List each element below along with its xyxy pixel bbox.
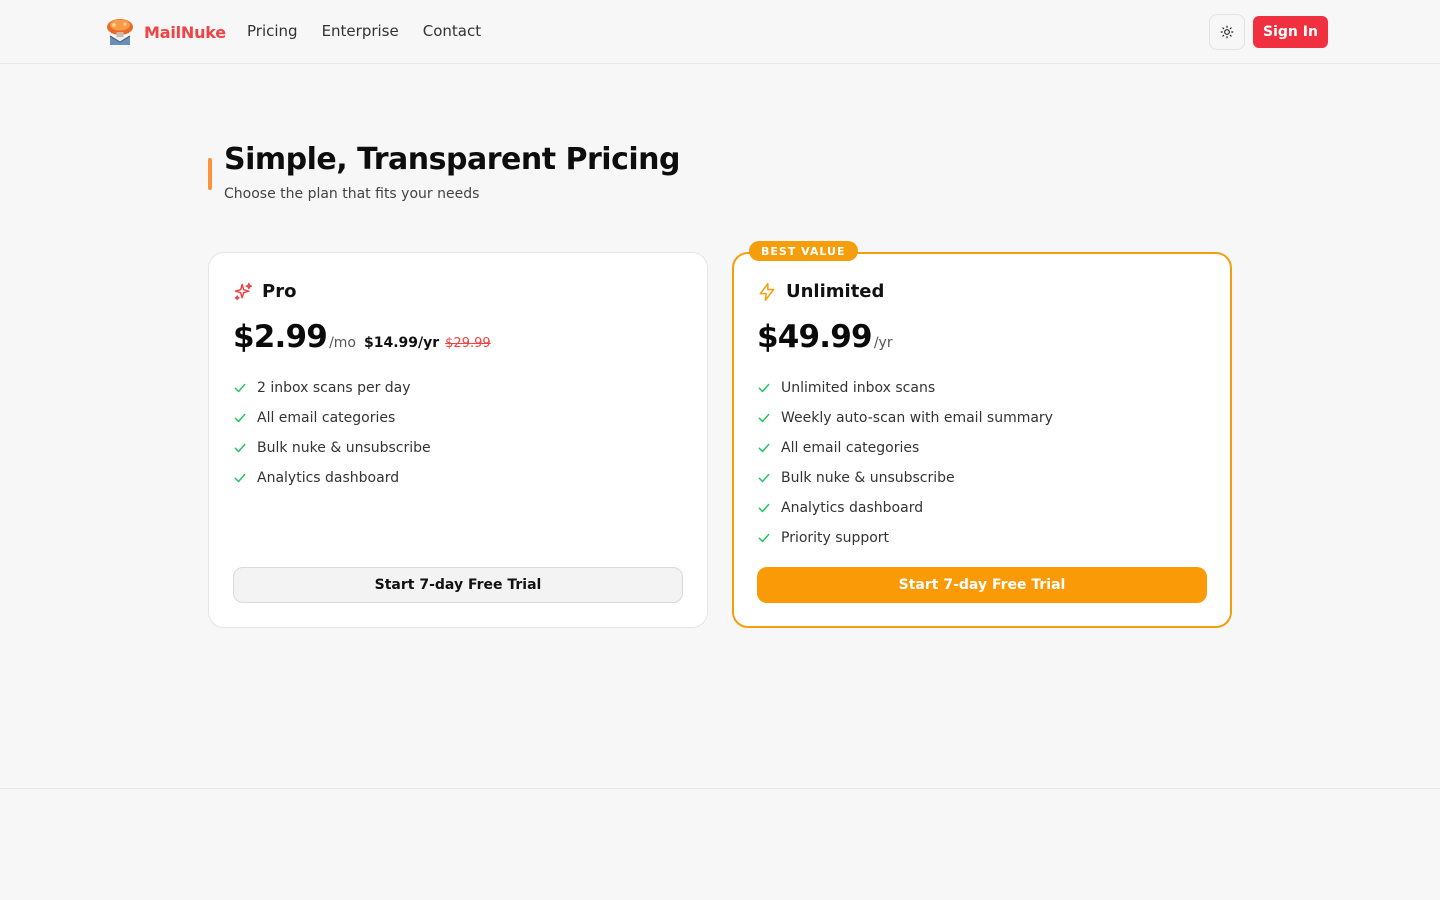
unlimited-plan-card: Unlimited $49.99 /yr Unlimited inbox sca… <box>732 252 1232 628</box>
feature-label: Weekly auto-scan with email summary <box>781 410 1053 426</box>
plan-header: Pro <box>233 281 296 302</box>
check-icon <box>234 473 246 483</box>
pro-plan-card: Pro $2.99 /mo $14.99/yr $29.99 2 inbox s… <box>208 252 708 628</box>
check-icon <box>234 443 246 453</box>
sign-in-button[interactable]: Sign In <box>1253 16 1328 48</box>
brand-name: MailNuke <box>144 22 226 42</box>
check-icon <box>758 413 770 423</box>
nav-contact[interactable]: Contact <box>423 22 481 40</box>
price-row: $2.99 /mo $14.99/yr $29.99 <box>233 319 491 355</box>
sun-icon <box>1220 25 1234 39</box>
mushroom-cloud-logo-icon <box>107 19 133 45</box>
feature-label: Bulk nuke & unsubscribe <box>257 440 431 456</box>
unlimited-trial-button[interactable]: Start 7-day Free Trial <box>757 567 1207 603</box>
price-row: $49.99 /yr <box>757 319 893 355</box>
feature-label: Bulk nuke & unsubscribe <box>781 470 955 486</box>
feature-item: 2 inbox scans per day <box>233 373 431 403</box>
nav-pricing[interactable]: Pricing <box>247 22 298 40</box>
page-subtitle: Choose the plan that fits your needs <box>224 186 480 202</box>
feature-item: Analytics dashboard <box>233 463 431 493</box>
plan-header: Unlimited <box>757 281 884 302</box>
check-icon <box>758 533 770 543</box>
check-icon <box>758 443 770 453</box>
feature-label: Analytics dashboard <box>781 500 924 516</box>
feature-label: Unlimited inbox scans <box>781 380 936 396</box>
feature-item: Analytics dashboard <box>757 493 1053 523</box>
feature-item: Weekly auto-scan with email summary <box>757 403 1053 433</box>
check-icon <box>234 383 246 393</box>
top-navbar: MailNuke Pricing Enterprise Contact Sign… <box>0 0 1440 64</box>
pro-trial-button[interactable]: Start 7-day Free Trial <box>233 567 683 603</box>
plan-name: Unlimited <box>786 281 885 302</box>
yearly-price: $49.99 <box>757 319 873 355</box>
feature-label: All email categories <box>781 440 920 456</box>
check-icon <box>758 503 770 513</box>
price-period: /mo <box>329 335 356 351</box>
sparkles-icon <box>234 282 253 300</box>
check-icon <box>758 383 770 393</box>
feature-item: All email categories <box>233 403 431 433</box>
theme-toggle-button[interactable] <box>1209 14 1245 50</box>
feature-list: 2 inbox scans per day All email categori… <box>233 373 431 493</box>
page-title: Simple, Transparent Pricing <box>224 142 680 177</box>
main-nav: Pricing Enterprise Contact <box>247 22 505 40</box>
feature-label: All email categories <box>257 410 396 426</box>
lightning-bolt-icon <box>759 282 775 301</box>
best-value-badge: BEST VALUE <box>749 241 858 261</box>
feature-item: Unlimited inbox scans <box>757 373 1053 403</box>
feature-label: 2 inbox scans per day <box>257 380 411 396</box>
check-icon <box>234 413 246 423</box>
footer-divider <box>0 788 1440 789</box>
feature-list: Unlimited inbox scans Weekly auto-scan w… <box>757 373 1053 553</box>
feature-item: All email categories <box>757 433 1053 463</box>
monthly-price: $2.99 <box>233 319 328 355</box>
price-period: /yr <box>873 335 893 351</box>
brand-link[interactable]: MailNuke <box>104 16 226 48</box>
feature-item: Priority support <box>757 523 1053 553</box>
yearly-price: $14.99/yr <box>363 335 440 351</box>
feature-item: Bulk nuke & unsubscribe <box>233 433 431 463</box>
feature-item: Bulk nuke & unsubscribe <box>757 463 1053 493</box>
nav-enterprise[interactable]: Enterprise <box>322 22 399 40</box>
check-icon <box>758 473 770 483</box>
original-price: $29.99 <box>445 336 491 351</box>
title-accent-bar <box>208 158 212 190</box>
plan-name: Pro <box>262 281 297 302</box>
feature-label: Priority support <box>781 530 890 546</box>
feature-label: Analytics dashboard <box>257 470 400 486</box>
